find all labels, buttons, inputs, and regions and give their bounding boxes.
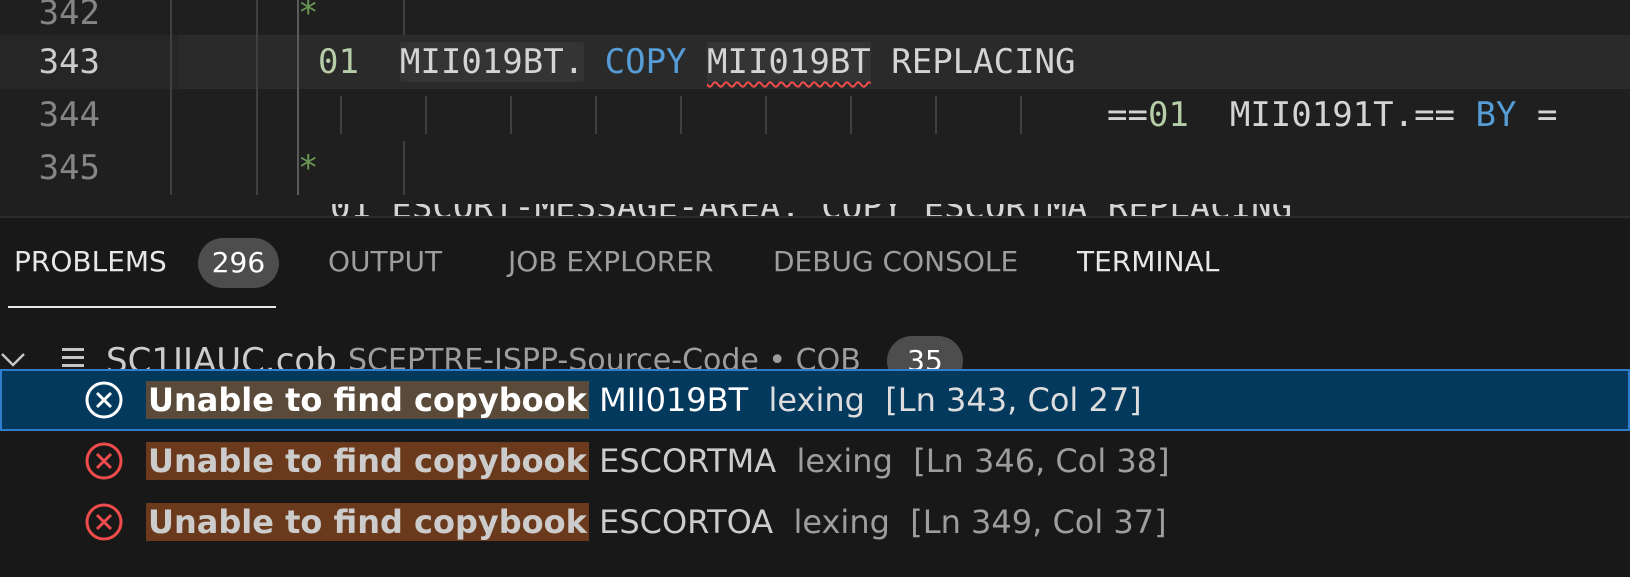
code-line-345[interactable]: 345 *: [0, 141, 1630, 195]
code-line-344[interactable]: 344 ==01 MII0191T.== BY =: [0, 88, 1630, 142]
problem-position: [Ln 343, Col 27]: [885, 381, 1142, 419]
replacing-keyword: REPLACING: [891, 42, 1076, 82]
indent-guide: [256, 88, 258, 142]
indent-guide: [297, 88, 299, 142]
indent-guide: [425, 96, 427, 134]
code-editor[interactable]: 342 * 343 01 MII019BT. COPY MII019BT REP…: [0, 0, 1630, 216]
problem-message: Unable to find copybook: [146, 381, 589, 419]
bottom-panel: PROBLEMS 296 OUTPUT JOB EXPLORER DEBUG C…: [0, 216, 1630, 577]
tab-terminal[interactable]: TERMINAL: [1077, 218, 1219, 306]
problem-text: Unable to find copybook MII019BT lexing …: [146, 369, 1142, 431]
indent-guide: [256, 141, 258, 195]
eq-delim: ==: [1107, 95, 1148, 135]
tab-debug-console[interactable]: DEBUG CONSOLE: [773, 218, 1018, 306]
tab-problems[interactable]: PROBLEMS 296: [14, 218, 280, 306]
code-line-342[interactable]: 342 *: [0, 0, 1630, 40]
indent-guide: [765, 96, 767, 134]
panel-tabs: PROBLEMS 296 OUTPUT JOB EXPLORER DEBUG C…: [0, 218, 1630, 310]
comment-star: *: [298, 148, 319, 188]
indent-guide: [340, 96, 342, 134]
problem-text: Unable to find copybook ESCORTMA lexing …: [146, 430, 1170, 492]
copybook-name-error[interactable]: MII019BT: [707, 42, 871, 82]
tab-job-explorer[interactable]: JOB EXPLORER: [508, 218, 713, 306]
problem-target: ESCORTOA: [599, 503, 774, 541]
code-text: 01 MII019BT. COPY MII019BT REPLACING: [318, 35, 1075, 89]
eq-delim: =: [1536, 95, 1558, 135]
copy-keyword: COPY: [604, 42, 687, 82]
indent-guide: [170, 35, 172, 89]
line-number: 343: [38, 42, 100, 82]
problem-source: lexing: [793, 503, 890, 541]
level-number: 01: [318, 42, 359, 82]
code-text-partial: 01 ESCORT-MESSAGE-AREA. COPY ESCORTMA RE…: [330, 204, 1292, 216]
error-circle-icon: [85, 442, 123, 480]
code-text: ==01 MII0191T.== BY =: [1107, 88, 1557, 142]
problem-text: Unable to find copybook ESCORTOA lexing …: [146, 491, 1167, 553]
comment-star: *: [298, 0, 319, 33]
problem-target: MII019BT: [599, 381, 749, 419]
indent-guide: [680, 96, 682, 134]
code-line-343[interactable]: 343 01 MII019BT. COPY MII019BT REPLACING: [0, 35, 1630, 89]
replaced-name: MII0191T.==: [1229, 95, 1456, 135]
indent-guide: [256, 35, 258, 89]
error-circle-icon: [85, 503, 123, 541]
record-name: MII019BT.: [399, 42, 585, 82]
line-number: 342: [38, 0, 100, 33]
indent-guide: [595, 96, 597, 134]
problem-position: [Ln 349, Col 37]: [910, 503, 1167, 541]
problem-target: ESCORTMA: [599, 442, 777, 480]
problems-count-badge: 296: [197, 238, 280, 288]
problem-message: Unable to find copybook: [146, 503, 589, 541]
indent-guide: [256, 0, 258, 40]
indent-guide: [403, 141, 405, 195]
line-number: 344: [38, 95, 100, 135]
indent-guide: [403, 0, 405, 40]
line-number: 345: [38, 148, 100, 188]
code-line-partial: 01 ESCORT-MESSAGE-AREA. COPY ESCORTMA RE…: [0, 204, 1630, 216]
level-number: 01: [1147, 95, 1189, 135]
problem-row[interactable]: Unable to find copybook MII019BT lexing …: [0, 369, 1630, 431]
problem-message: Unable to find copybook: [146, 442, 589, 480]
indent-guide: [170, 0, 172, 40]
indent-guide: [297, 35, 299, 89]
indent-guide: [510, 96, 512, 134]
by-keyword: BY: [1475, 95, 1517, 135]
problem-row[interactable]: Unable to find copybook ESCORTMA lexing …: [0, 430, 1630, 492]
indent-guide: [850, 96, 852, 134]
problem-source: lexing: [768, 381, 865, 419]
tab-label: PROBLEMS: [14, 245, 167, 278]
problem-position: [Ln 346, Col 38]: [913, 442, 1170, 480]
indent-guide: [1020, 96, 1022, 134]
indent-guide: [935, 96, 937, 134]
problem-source: lexing: [796, 442, 893, 480]
tab-output[interactable]: OUTPUT: [328, 218, 442, 306]
indent-guide: [170, 141, 172, 195]
problem-row[interactable]: Unable to find copybook ESCORTOA lexing …: [0, 491, 1630, 553]
indent-guide: [170, 88, 172, 142]
active-tab-indicator: [8, 306, 276, 308]
error-circle-icon: [85, 381, 123, 419]
